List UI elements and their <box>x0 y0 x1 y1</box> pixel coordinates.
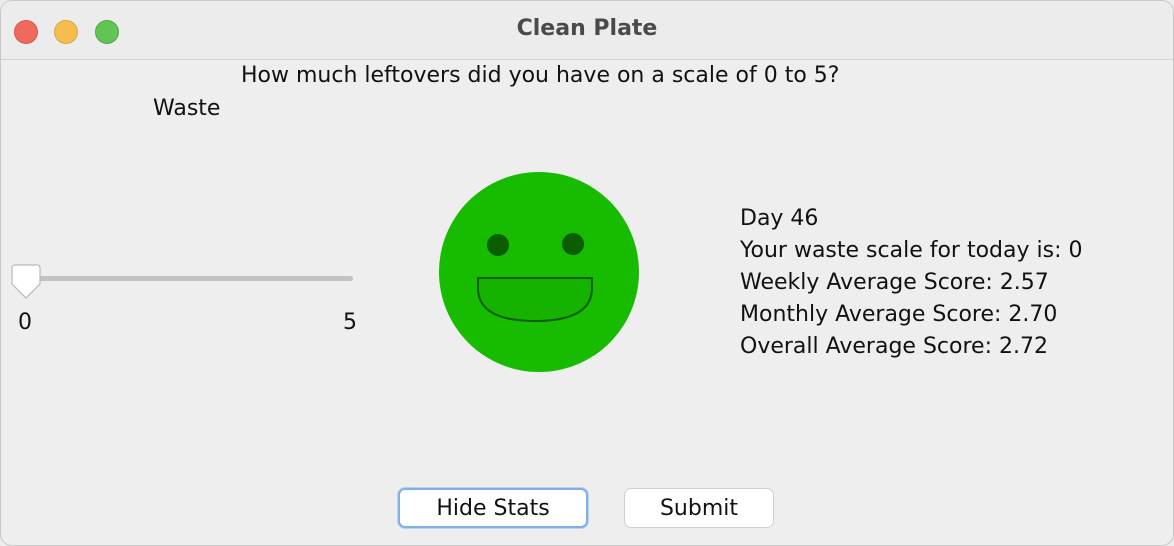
overall-average-label: Overall Average Score: 2.72 <box>740 334 1048 359</box>
window-title: Clean Plate <box>516 16 658 41</box>
slider-min-label: 0 <box>18 310 32 335</box>
question-text: How much leftovers did you have on a sca… <box>241 63 840 88</box>
title-bar: Clean Plate <box>1 1 1173 60</box>
slider-label: Waste <box>153 96 221 121</box>
today-score-label: Your waste scale for today is: 0 <box>740 238 1083 263</box>
happy-face-icon <box>439 172 639 372</box>
waste-slider-track[interactable] <box>15 276 353 281</box>
submit-button[interactable]: Submit <box>624 488 774 528</box>
stats-panel: Day 46 Your waste scale for today is: 0 … <box>740 203 1083 363</box>
day-label: Day 46 <box>740 206 819 231</box>
slider-max-label: 5 <box>343 310 357 335</box>
hide-stats-button[interactable]: Hide Stats <box>398 488 588 528</box>
app-window: Clean Plate How much leftovers did you h… <box>0 0 1174 546</box>
weekly-average-label: Weekly Average Score: 2.57 <box>740 270 1049 295</box>
waste-slider-thumb[interactable] <box>9 264 43 300</box>
monthly-average-label: Monthly Average Score: 2.70 <box>740 302 1058 327</box>
